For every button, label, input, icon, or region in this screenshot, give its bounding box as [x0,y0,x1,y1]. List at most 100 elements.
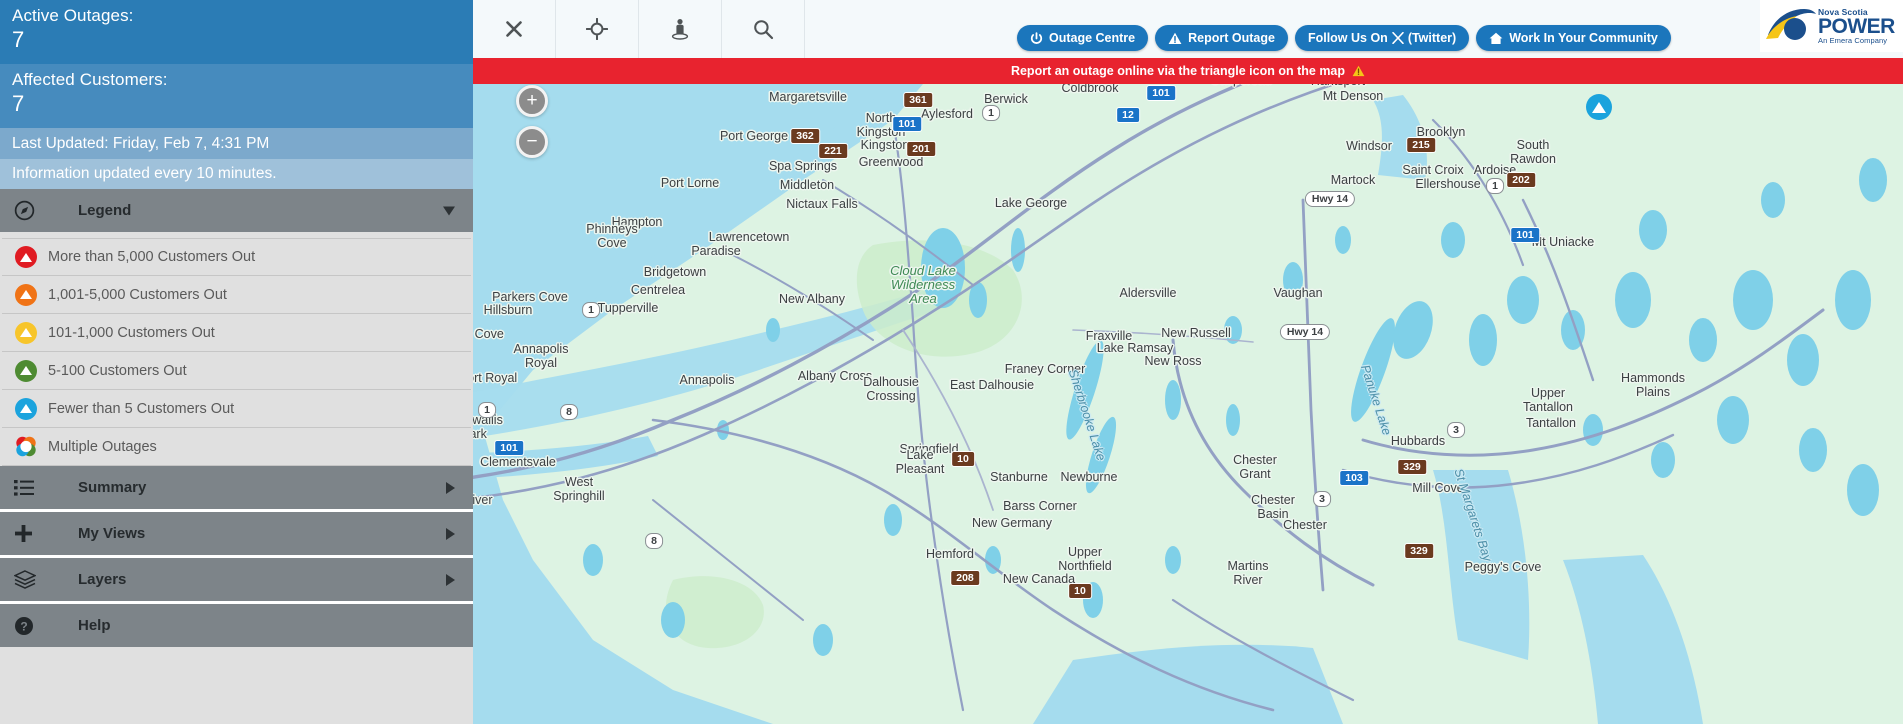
outage-centre-button[interactable]: Outage Centre [1017,25,1148,51]
follow-us-post-label: (Twitter) [1408,31,1456,45]
legend-item-label: 1,001-5,000 Customers Out [48,287,227,303]
marker-circle [1586,94,1612,120]
outage-map[interactable]: harbourvilleMargaretsvilleBerwickColdbro… [473,0,1903,724]
triangle-glyph [20,290,32,299]
zoom-in-button[interactable]: + [516,85,548,117]
legend-marker-icon [6,360,46,382]
legend-marker-icon [6,246,46,268]
sidebar-panel-label: Layers [78,571,126,588]
triangle-glyph [20,328,32,337]
warning-triangle-icon [1352,65,1365,77]
legend-item[interactable]: Multiple Outages [2,428,471,466]
triangle-marker-icon [15,398,37,420]
affected-customers-block: Affected Customers: 7 [0,64,473,128]
marker-triangle-icon [1592,102,1606,113]
legend-item-label: 101-1,000 Customers Out [48,325,215,341]
legend-item-label: 5-100 Customers Out [48,363,187,379]
logo-swoosh-icon [1764,5,1816,47]
list-icon-glyph [14,479,34,497]
power-icon [1030,32,1043,45]
compass-icon-glyph [14,200,35,221]
x-twitter-icon [1392,32,1404,44]
street-view-icon[interactable] [639,0,722,58]
affected-customers-value: 7 [12,91,461,117]
sidebar-panel-label: My Views [78,525,145,542]
work-in-community-button[interactable]: Work In Your Community [1476,25,1671,51]
triangle-glyph [20,366,32,375]
last-updated-text: Last Updated: Friday, Feb 7, 4:31 PM [0,128,473,159]
street-view-icon-glyph [670,18,690,40]
outage-marker-mt-denson[interactable] [1586,94,1612,120]
outage-centre-label: Outage Centre [1049,31,1135,45]
sidebar-panel-layers[interactable]: Layers [0,558,473,601]
active-outages-block: Active Outages: 7 [0,0,473,64]
logo-mark-icon [1764,5,1816,47]
sidebar-panel-list: Summary My Views Layers? Help [0,466,473,647]
question-icon-glyph: ? [14,616,34,636]
legend-item[interactable]: 1,001-5,000 Customers Out [2,276,471,314]
logo-line-emera: An Emera Company [1818,37,1895,45]
active-outages-label: Active Outages: [12,5,461,27]
work-in-community-label: Work In Your Community [1509,31,1658,45]
chevron-right-icon[interactable] [446,482,455,494]
report-outage-button[interactable]: Report Outage [1155,25,1288,51]
sidebar-panel-summary[interactable]: Summary [0,466,473,509]
chevron-right-icon[interactable] [446,528,455,540]
follow-us-twitter-button[interactable]: Follow Us On (Twitter) [1295,25,1469,51]
sidebar-panel-help[interactable]: ? Help [0,604,473,647]
home-icon [1489,32,1503,45]
close-icon-glyph [504,19,524,39]
triangle-marker-icon [15,360,37,382]
logo-line-power: POWER [1818,16,1895,37]
legend-marker-icon [6,435,46,459]
layers-icon-glyph [14,570,36,589]
close-icon[interactable] [473,0,556,58]
legend-item[interactable]: Fewer than 5 Customers Out [2,390,471,428]
locate-icon-glyph [586,18,608,40]
locate-icon[interactable] [556,0,639,58]
question-icon: ? [14,616,40,636]
affected-customers-label: Affected Customers: [12,69,461,91]
sidebar-panel-label: Help [78,617,111,634]
header-action-buttons: Outage Centre Report Outage Follow Us On… [1017,25,1671,51]
search-icon-glyph [752,18,774,40]
sidebar-panel-my-views[interactable]: My Views [0,512,473,555]
legend-item[interactable]: 101-1,000 Customers Out [2,314,471,352]
sidebar-panel-label: Summary [78,479,146,496]
plus-icon-glyph [14,524,33,543]
outage-map-application: harbourvilleMargaretsvilleBerwickColdbro… [0,0,1903,724]
legend-item-label: Fewer than 5 Customers Out [48,401,234,417]
compass-icon [14,200,40,221]
map-zoom-controls[interactable]: + − [516,85,548,167]
triangle-glyph [20,404,32,413]
triangle-glyph [20,253,32,262]
legend-item-label: More than 5,000 Customers Out [48,249,255,265]
nova-scotia-power-logo[interactable]: Nova Scotia POWER An Emera Company [1760,0,1903,52]
legend-panel-label: Legend [78,202,131,219]
triangle-marker-icon [15,284,37,306]
layers-icon [14,570,40,589]
active-outages-value: 7 [12,27,461,53]
chevron-right-icon[interactable] [446,574,455,586]
triangle-marker-icon [15,246,37,268]
follow-us-pre-label: Follow Us On [1308,31,1388,45]
report-outage-label: Report Outage [1188,31,1275,45]
map-basemap [473,0,1903,724]
logo-text: Nova Scotia POWER An Emera Company [1818,8,1895,45]
legend-item[interactable]: More than 5,000 Customers Out [2,238,471,276]
list-icon [14,479,40,497]
warning-triangle-icon [1168,32,1182,45]
svg-text:?: ? [20,619,27,633]
triangle-marker-icon [15,322,37,344]
chevron-down-icon[interactable] [443,206,455,215]
legend-item[interactable]: 5-100 Customers Out [2,352,471,390]
legend-marker-icon [6,398,46,420]
search-icon[interactable] [722,0,805,58]
report-outage-banner[interactable]: Report an outage online via the triangle… [473,58,1903,84]
update-interval-text: Information updated every 10 minutes. [0,159,473,189]
legend-panel-header[interactable]: Legend [0,189,473,232]
legend-item-label: Multiple Outages [48,439,157,455]
zoom-out-button[interactable]: − [516,126,548,158]
plus-icon [14,524,40,543]
legend-marker-icon [6,322,46,344]
